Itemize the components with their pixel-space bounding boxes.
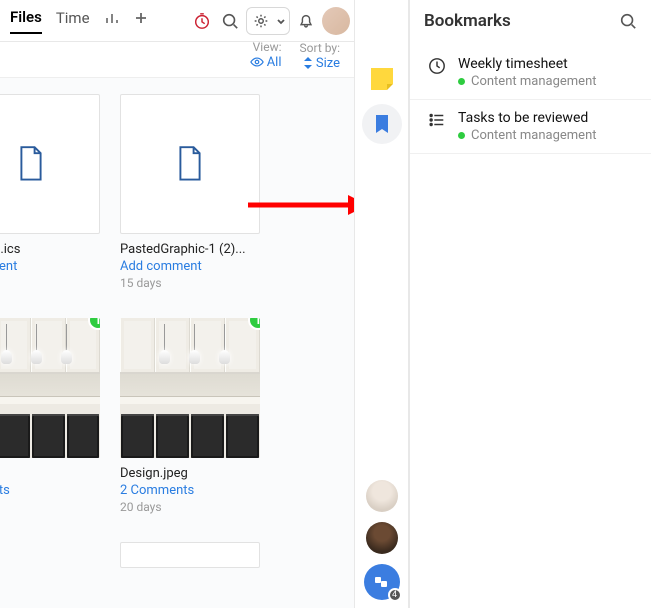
bookmark-list: Weekly timesheet Content management Task… <box>410 42 651 158</box>
eye-icon <box>250 55 264 69</box>
panel-search-button[interactable] <box>619 12 637 30</box>
side-rail: 4 <box>355 0 409 608</box>
file-thumbnail <box>0 94 100 234</box>
file-name: PastedGraphic-1 (2)... <box>120 242 260 257</box>
file-row: 1 n.jpeg mments ys 1 Design.jpeg 2 <box>0 318 338 514</box>
file-age: ys <box>0 500 100 514</box>
tab-stats[interactable] <box>104 10 120 32</box>
file-icon <box>175 146 205 182</box>
presence-avatar[interactable] <box>366 522 398 554</box>
sticky-note-icon[interactable] <box>371 68 393 90</box>
file-row: dar (4).ics comment ys PastedGraphic-1 (… <box>0 94 338 290</box>
sort-control: Sort by: Size <box>300 41 341 74</box>
bookmark-subtitle: Content management <box>458 74 637 89</box>
file-card[interactable]: dar (4).ics comment ys <box>0 94 100 290</box>
sort-label: Sort by: <box>300 41 341 56</box>
file-comment-link[interactable]: mments <box>0 483 100 498</box>
file-card[interactable]: 1 n.jpeg mments ys <box>0 318 100 514</box>
view-sort-controls: View: All Sort by: Size <box>0 42 354 78</box>
file-comment-link[interactable]: 2 Comments <box>120 483 260 498</box>
file-card[interactable]: PastedGraphic-1 (2)... Add comment 15 da… <box>120 94 260 290</box>
search-icon <box>619 12 637 30</box>
user-avatar[interactable] <box>322 7 350 35</box>
bell-icon <box>297 12 315 30</box>
tab-time[interactable]: Time <box>56 9 90 33</box>
file-card[interactable] <box>120 542 260 568</box>
sort-icon <box>303 57 313 69</box>
bookmark-title: Tasks to be reviewed <box>458 110 637 126</box>
bookmark-item[interactable]: Weekly timesheet Content management <box>410 46 651 100</box>
notifications-button[interactable] <box>294 9 318 33</box>
file-age: 15 days <box>120 276 260 290</box>
presence-avatar[interactable] <box>366 480 398 512</box>
file-row <box>0 542 338 568</box>
timer-icon <box>193 12 211 30</box>
tab-add[interactable] <box>134 11 148 31</box>
timer-button[interactable] <box>190 9 214 33</box>
settings-dropdown[interactable] <box>246 7 290 35</box>
squares-icon <box>374 574 390 590</box>
file-card[interactable]: 1 Design.jpeg 2 Comments 20 days <box>120 318 260 514</box>
file-thumbnail <box>120 542 260 568</box>
image-thumbnail: 1 <box>0 318 100 458</box>
bookmarks-rail-button[interactable] <box>362 104 402 144</box>
panel-title: Bookmarks <box>424 11 511 31</box>
view-control: View: All <box>250 40 282 74</box>
count-badge: 4 <box>388 588 402 602</box>
file-name: dar (4).ics <box>0 242 100 257</box>
main-area: Files Time View: <box>0 0 355 608</box>
clock-icon <box>428 57 446 75</box>
bookmark-subtitle: Content management <box>458 128 637 143</box>
image-thumbnail: 1 <box>120 318 260 458</box>
search-button[interactable] <box>218 9 242 33</box>
status-dot-icon <box>458 78 465 85</box>
bookmark-title: Weekly timesheet <box>458 56 637 72</box>
sort-value[interactable]: Size <box>303 56 340 71</box>
gear-icon <box>252 12 270 30</box>
file-name: Design.jpeg <box>120 466 260 481</box>
file-thumbnail <box>120 94 260 234</box>
file-comment-link[interactable]: comment <box>0 259 100 274</box>
bar-chart-icon <box>104 10 120 26</box>
file-age: ys <box>0 276 100 290</box>
file-icon <box>16 146 46 182</box>
chevron-down-icon <box>275 15 287 27</box>
apps-button[interactable]: 4 <box>364 564 400 600</box>
panel-header: Bookmarks <box>410 0 651 42</box>
gear-icon-wrap <box>249 9 273 33</box>
bookmarks-panel: Bookmarks Weekly timesheet Content manag… <box>409 0 651 608</box>
file-grid: dar (4).ics comment ys PastedGraphic-1 (… <box>0 78 354 608</box>
file-comment-link[interactable]: Add comment <box>120 259 260 274</box>
status-dot-icon <box>458 132 465 139</box>
list-icon <box>428 111 446 129</box>
view-value[interactable]: All <box>250 55 282 70</box>
file-name: n.jpeg <box>0 466 100 481</box>
bookmark-icon <box>374 115 390 133</box>
view-label: View: <box>250 40 282 55</box>
main-tabs: Files Time <box>10 8 148 34</box>
file-age: 20 days <box>120 500 260 514</box>
plus-icon <box>134 11 148 25</box>
search-icon <box>221 12 239 30</box>
top-bar: Files Time <box>0 0 354 42</box>
tab-files[interactable]: Files <box>10 8 42 34</box>
bookmark-item[interactable]: Tasks to be reviewed Content management <box>410 100 651 154</box>
